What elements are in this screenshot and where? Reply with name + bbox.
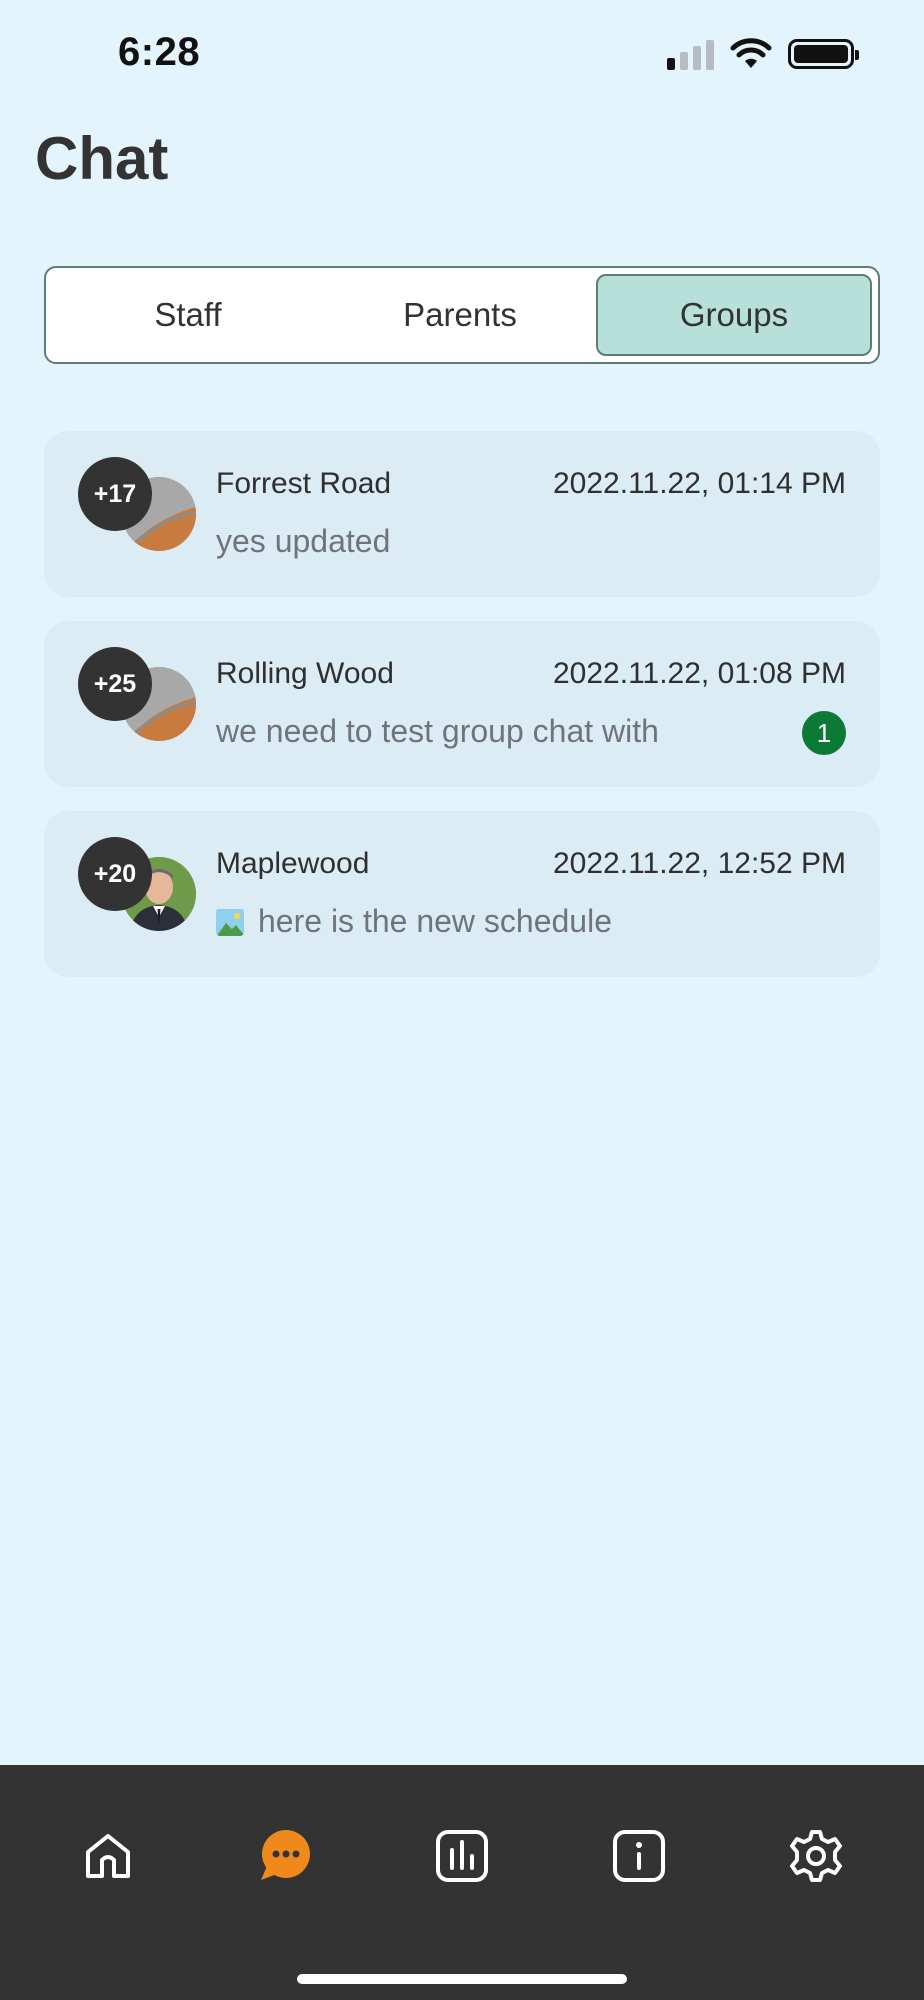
member-count-badge: +20 [78,837,152,911]
image-icon [216,908,244,936]
tab-parents[interactable]: Parents [324,274,596,356]
nav-home[interactable] [48,1811,168,1901]
chat-preview: here is the new schedule [216,903,612,940]
home-indicator [297,1974,627,1984]
chat-name: Rolling Wood [216,657,394,690]
nav-chat[interactable] [225,1811,345,1901]
chat-name: Maplewood [216,847,370,880]
avatar-stack: +20 [78,837,198,947]
unread-badge: 1 [802,711,846,755]
avatar-stack: +17 [78,457,198,567]
nav-settings[interactable] [756,1811,876,1901]
battery-icon [788,39,859,69]
chat-list-item[interactable]: +17 Forrest Road 2022.11.22, 01:14 PM ye… [44,431,880,597]
chart-icon [435,1830,488,1882]
nav-reports[interactable] [402,1811,522,1901]
chat-preview: yes updated [216,523,390,560]
page-title: Chat [35,125,169,192]
chat-list-item[interactable]: +25 Rolling Wood 2022.11.22, 01:08 PM we… [44,621,880,787]
status-bar: 6:28 [0,0,924,110]
status-time: 6:28 [118,30,201,74]
wifi-icon [730,38,772,68]
chat-timestamp: 2022.11.22, 01:14 PM [553,467,846,500]
member-count-badge: +17 [78,457,152,531]
chat-category-tabs: Staff Parents Groups [44,266,880,364]
chat-preview-text: here is the new schedule [258,903,612,939]
bottom-tab-bar [0,1765,924,2000]
chat-preview: we need to test group chat with [216,713,659,750]
chat-timestamp: 2022.11.22, 12:52 PM [553,847,846,880]
home-icon [86,1834,131,1878]
nav-info[interactable] [579,1811,699,1901]
chat-name: Forrest Road [216,467,392,500]
chat-preview-text: we need to test group chat with [216,713,659,749]
chat-preview-text: yes updated [216,523,391,559]
avatar-stack: +25 [78,647,198,757]
cellular-signal-icon [667,38,714,70]
chat-timestamp: 2022.11.22, 01:08 PM [553,657,846,690]
tab-groups[interactable]: Groups [596,274,872,356]
chat-list-item[interactable]: +20 Maplewood 2022.11.22, 12:52 PM here … [44,811,880,977]
chat-icon [261,1830,311,1880]
member-count-badge: +25 [78,647,152,721]
info-icon [612,1830,665,1882]
gear-icon [789,1830,842,1882]
tab-staff[interactable]: Staff [52,274,324,356]
group-chat-list: +17 Forrest Road 2022.11.22, 01:14 PM ye… [44,431,880,1001]
status-icons [667,38,859,70]
